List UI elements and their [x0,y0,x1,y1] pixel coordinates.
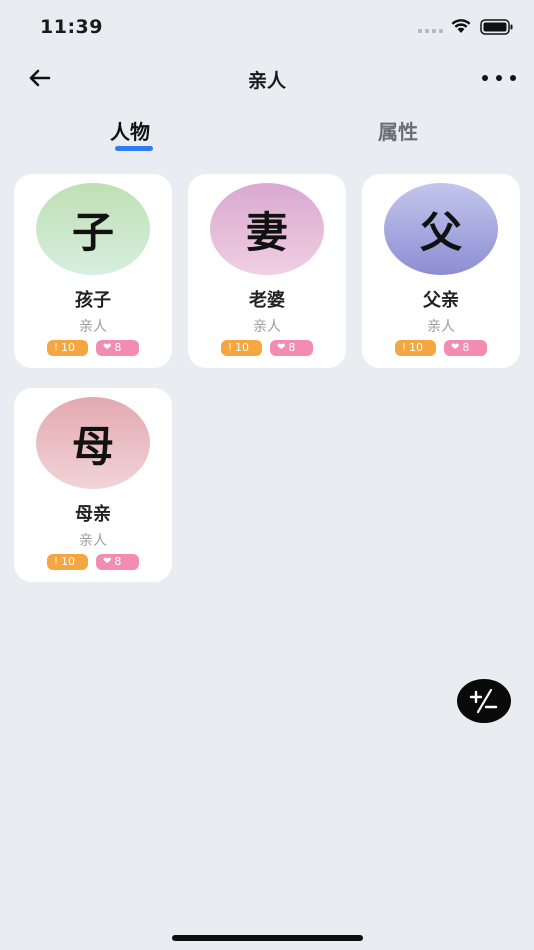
exclamation-icon: ! [54,556,59,567]
badge-row: ! 10 ❤ 8 [188,340,346,356]
more-dot-icon [482,75,488,81]
plus-minus-button[interactable] [457,679,511,723]
page-title: 亲人 [247,70,286,92]
stat-badge: ! 10 [221,340,262,356]
tab-active-indicator [115,146,153,151]
stat-badge: ! 10 [47,554,88,570]
person-relation: 亲人 [79,319,107,335]
nav-bar: 亲人 [0,56,534,100]
like-count: 8 [114,555,122,568]
person-card-mother[interactable]: 母 母亲 亲人 ! 10 ❤ 8 [14,388,172,582]
person-card-wife[interactable]: 妻 老婆 亲人 ! 10 ❤ 8 [188,174,346,368]
like-badge: ❤ 8 [96,340,139,356]
status-time: 11:39 [40,16,103,38]
status-bar: 11:39 [0,0,534,52]
tab-people[interactable]: 人物 [110,116,150,145]
badge-row: ! 10 ❤ 8 [362,340,520,356]
stat-badge: ! 10 [47,340,88,356]
heart-icon: ❤ [103,556,112,567]
person-relation: 亲人 [79,533,107,549]
cellular-signal-icon [418,29,443,33]
stat-badge: ! 10 [395,340,436,356]
heart-icon: ❤ [451,342,460,353]
like-count: 8 [462,341,470,354]
like-badge: ❤ 8 [270,340,313,356]
exclamation-icon: ! [54,342,59,353]
person-name: 老婆 [249,290,285,311]
stat-count: 10 [61,555,76,568]
more-button[interactable] [482,68,516,88]
exclamation-icon: ! [402,342,407,353]
person-name: 孩子 [75,290,111,311]
battery-icon [480,19,513,35]
avatar: 母 [36,397,150,489]
avatar: 父 [384,183,498,275]
more-dot-icon [510,75,516,81]
exclamation-icon: ! [228,342,233,353]
more-dot-icon [496,75,502,81]
person-relation: 亲人 [253,319,281,335]
like-count: 8 [114,341,122,354]
stat-count: 10 [409,341,424,354]
avatar: 妻 [210,183,324,275]
tab-attributes[interactable]: 属性 [378,116,418,145]
stat-count: 10 [61,341,76,354]
like-badge: ❤ 8 [96,554,139,570]
heart-icon: ❤ [103,342,112,353]
person-name: 父亲 [423,290,459,311]
like-badge: ❤ 8 [444,340,487,356]
plus-minus-icon [469,688,498,714]
person-card-father[interactable]: 父 父亲 亲人 ! 10 ❤ 8 [362,174,520,368]
person-name: 母亲 [75,504,111,525]
wifi-icon [451,19,471,33]
avatar: 子 [36,183,150,275]
home-indicator [172,935,363,941]
person-card-child[interactable]: 子 孩子 亲人 ! 10 ❤ 8 [14,174,172,368]
person-relation: 亲人 [427,319,455,335]
like-count: 8 [288,341,296,354]
badge-row: ! 10 ❤ 8 [14,554,172,570]
heart-icon: ❤ [277,342,286,353]
badge-row: ! 10 ❤ 8 [14,340,172,356]
stat-count: 10 [235,341,250,354]
